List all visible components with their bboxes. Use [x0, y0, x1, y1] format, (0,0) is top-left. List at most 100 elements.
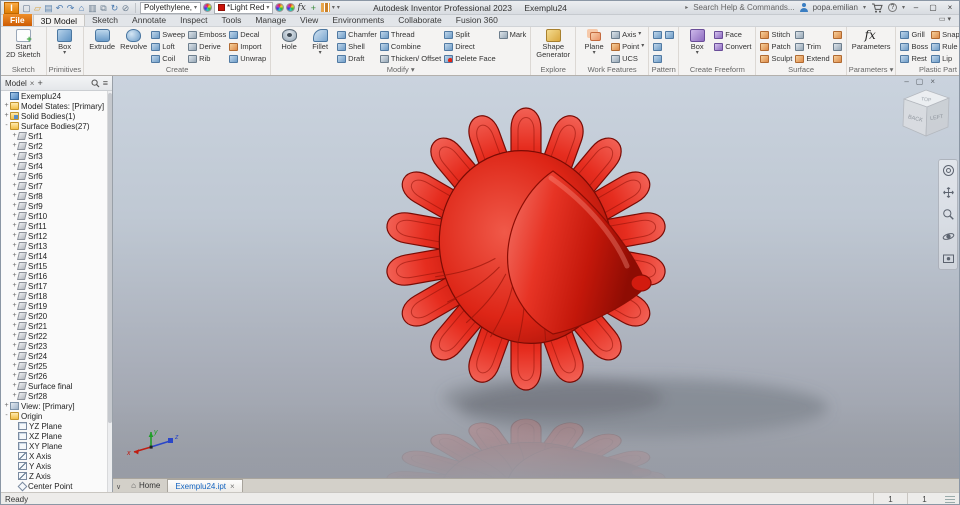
shell-button[interactable]: Shell	[337, 41, 377, 52]
tree-item-view-primary[interactable]: + View: [Primary]	[1, 401, 107, 411]
tab-tools[interactable]: Tools	[214, 14, 248, 26]
tree-item-srf12[interactable]: + Srf12	[1, 231, 107, 241]
tree-item-surface-final[interactable]: + Surface final	[1, 381, 107, 391]
lip-button[interactable]: Lip	[931, 53, 959, 64]
sweep-button[interactable]: Sweep	[151, 29, 185, 40]
undo-icon[interactable]: ↶	[54, 2, 65, 14]
view-cube[interactable]: TOP BACK LEFT	[899, 86, 953, 152]
extrude-button[interactable]: Extrude	[88, 29, 116, 51]
doc-restore-button[interactable]: ▢	[916, 77, 924, 86]
parameters-fx-icon[interactable]: fx	[297, 3, 305, 13]
tab-collaborate[interactable]: Collaborate	[391, 14, 448, 26]
tree-item-xy-plane[interactable]: XY Plane	[1, 441, 107, 451]
convert-button[interactable]: Convert	[714, 41, 751, 52]
start-2d-sketch-button[interactable]: Start 2D Sketch	[5, 29, 42, 59]
loft-button[interactable]: Loft	[151, 41, 185, 52]
tree-item-srf20[interactable]: + Srf20	[1, 311, 107, 321]
chamfer-button[interactable]: Chamfer	[337, 29, 377, 40]
expander-icon[interactable]: +	[3, 401, 10, 411]
coil-button[interactable]: Coil	[151, 53, 185, 64]
tree-item-srf2[interactable]: + Srf2	[1, 141, 107, 151]
ribbon-display-toggle[interactable]: ▭ ▾	[939, 14, 951, 26]
group-label-modify[interactable]: Modify ▾	[271, 65, 530, 75]
tab-environments[interactable]: Environments	[325, 14, 391, 26]
tree-item-srf7[interactable]: + Srf7	[1, 181, 107, 191]
material-dropdown[interactable]: Polyethylene, ▾	[140, 1, 202, 14]
no-selection-icon[interactable]: ⊘	[120, 2, 131, 14]
ruled-surface-button[interactable]	[795, 29, 829, 40]
tree-item-model-states-primary[interactable]: + Model States: [Primary]	[1, 101, 107, 111]
tree-item-srf23[interactable]: + Srf23	[1, 341, 107, 351]
tree-item-srf14[interactable]: + Srf14	[1, 251, 107, 261]
tab-inspect[interactable]: Inspect	[173, 14, 214, 26]
sketch-driven-pattern-button[interactable]	[653, 53, 663, 64]
direct-button[interactable]: Direct	[444, 41, 495, 52]
tree-item-srf18[interactable]: + Srf18	[1, 291, 107, 301]
status-grid-icon[interactable]	[945, 495, 955, 504]
patch-button[interactable]: Patch	[760, 41, 792, 52]
tree-item-origin[interactable]: - Origin	[1, 411, 107, 421]
home-icon[interactable]: ⌂	[76, 2, 87, 14]
group-label-parameters[interactable]: Parameters ▾	[847, 65, 896, 75]
redo-icon[interactable]: ↷	[65, 2, 76, 14]
turbine-model[interactable]	[385, 108, 668, 390]
fillet-button[interactable]: Fillet ▾	[306, 29, 334, 56]
browser-tab-label[interactable]: Model	[5, 79, 27, 88]
qat-customize-icon[interactable]: ▾	[337, 4, 340, 11]
clear-appearance-icon[interactable]	[286, 3, 296, 12]
snap-fit-button[interactable]: Snap Fit	[931, 29, 959, 40]
boss-button[interactable]: Boss	[900, 41, 928, 52]
emboss-button[interactable]: Emboss	[188, 29, 226, 40]
appearance-dropdown[interactable]: *Light Red ▾	[214, 1, 274, 14]
expander-icon[interactable]: -	[3, 121, 10, 131]
doc-tab-exemplu24-ipt[interactable]: Exemplu24.ipt ×	[167, 479, 243, 492]
pan-button[interactable]	[942, 186, 955, 199]
hamburger-menu-icon[interactable]: ≡	[103, 78, 108, 88]
tree-item-srf8[interactable]: + Srf8	[1, 191, 107, 201]
tab-sketch[interactable]: Sketch	[85, 14, 125, 26]
derive-button[interactable]: Derive	[188, 41, 226, 52]
tree-item-srf22[interactable]: + Srf22	[1, 331, 107, 341]
inventor-logo-icon[interactable]	[4, 1, 19, 14]
add-icon[interactable]: +	[308, 2, 319, 14]
material-browser-icon[interactable]	[203, 3, 213, 12]
tree-item-srf17[interactable]: + Srf17	[1, 281, 107, 291]
look-at-button[interactable]	[942, 252, 955, 265]
split-button[interactable]: Split	[444, 29, 495, 40]
hole-button[interactable]: Hole	[275, 29, 303, 51]
point-button[interactable]: Point ▾	[611, 41, 644, 52]
copy-icon[interactable]: ⧉	[98, 2, 109, 14]
adjust-appearance-icon[interactable]	[275, 3, 285, 12]
trim-button[interactable]: Trim	[795, 41, 829, 52]
viewport[interactable]: – ▢ × TOP BACK LEFT x y z	[113, 76, 959, 478]
tree-item-srf24[interactable]: + Srf24	[1, 351, 107, 361]
zoom-button[interactable]	[942, 208, 955, 221]
tree-item-srf28[interactable]: + Srf28	[1, 391, 107, 401]
rib-button[interactable]: Rib	[188, 53, 226, 64]
close-icon[interactable]: ×	[30, 79, 35, 88]
extend-button[interactable]: Extend	[795, 53, 830, 64]
tree-item-srf11[interactable]: + Srf11	[1, 221, 107, 231]
tree-item-yz-plane[interactable]: YZ Plane	[1, 421, 107, 431]
draft-button[interactable]: Draft	[337, 53, 377, 64]
columns-icon[interactable]	[320, 3, 330, 12]
maximize-button[interactable]: ▢	[927, 3, 939, 12]
tab-annotate[interactable]: Annotate	[125, 14, 173, 26]
rest-button[interactable]: Rest	[900, 53, 928, 64]
expander-icon[interactable]: +	[3, 101, 10, 111]
axis-button[interactable]: Axis ▾	[611, 29, 644, 40]
surface-misc-2-button[interactable]	[832, 41, 842, 52]
tree-item-center-point[interactable]: Center Point	[1, 481, 107, 491]
delete-face-button[interactable]: Delete Face	[444, 53, 496, 64]
rectangular-pattern-button[interactable]	[653, 29, 663, 40]
tree-item-srf15[interactable]: + Srf15	[1, 261, 107, 271]
parameters-button[interactable]: Parameters	[851, 28, 892, 51]
tree-item-srf21[interactable]: + Srf21	[1, 321, 107, 331]
ucs-button[interactable]: UCS	[611, 53, 644, 64]
tree-item-srf16[interactable]: + Srf16	[1, 271, 107, 281]
close-button[interactable]: ×	[944, 3, 956, 12]
grill-button[interactable]: Grill	[900, 29, 928, 40]
tree-item-x-axis[interactable]: X Axis	[1, 451, 107, 461]
tree-item-srf26[interactable]: + Srf26	[1, 371, 107, 381]
doc-minimize-button[interactable]: –	[904, 77, 908, 86]
